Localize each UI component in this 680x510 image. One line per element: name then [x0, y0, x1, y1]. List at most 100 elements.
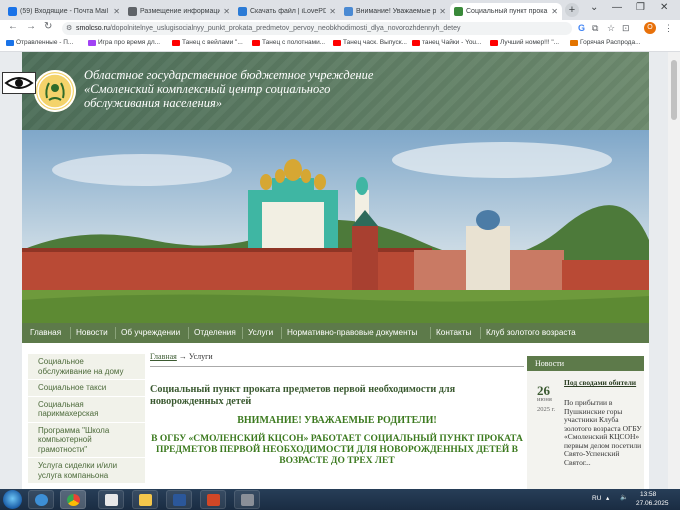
menu-separator	[70, 327, 71, 339]
address-host: smolcso.ru	[76, 25, 110, 32]
tab-attention[interactable]: Внимание! Уважаемые ро ✕	[340, 3, 450, 20]
youtube-icon	[252, 39, 260, 46]
google-icon[interactable]: G	[578, 23, 585, 33]
tab-title: Размещение информации	[140, 8, 221, 15]
menu-item-about[interactable]: Об учреждении	[121, 328, 180, 337]
news-title-link[interactable]: Под сводами обители	[564, 378, 642, 388]
close-tab-icon[interactable]: ✕	[329, 7, 336, 16]
bookmark-label: танец Чайки - You...	[422, 39, 482, 46]
bookmark-item[interactable]: Танец часк. Выпуск...	[333, 39, 407, 46]
bookmark-item[interactable]: Танец с полотнами...	[252, 39, 325, 46]
close-tab-icon[interactable]: ✕	[551, 7, 558, 16]
news-header[interactable]: Новости	[527, 356, 644, 371]
menu-item-golden-age-club[interactable]: Клуб золотого возраста	[486, 328, 576, 337]
page-favicon-icon	[128, 7, 137, 16]
menu-separator	[281, 327, 282, 339]
forward-arrow-icon[interactable]: →	[26, 21, 36, 32]
volume-icon[interactable]: 🔈	[620, 493, 628, 501]
mail-favicon-icon	[8, 7, 17, 16]
tab-mail[interactable]: (59) Входящие - Почта Mail ✕	[4, 3, 124, 20]
taskbar-clock-date[interactable]: 27.06.2025	[636, 500, 669, 507]
sidebar-item-computer-school[interactable]: Программа "Школа компьютерной грамотност…	[28, 422, 145, 458]
bookmark-item[interactable]: танец Чайки - You...	[412, 39, 481, 46]
breadcrumb-divider	[150, 366, 524, 367]
bookmark-item[interactable]: Лучший номер!!! "...	[490, 39, 559, 46]
taskbar-ie-icon[interactable]	[28, 490, 54, 509]
new-tab-button[interactable]: +	[565, 3, 579, 17]
bookmark-star-icon[interactable]: ☆	[607, 23, 615, 34]
folder-icon	[139, 494, 152, 506]
start-button[interactable]	[3, 490, 22, 509]
word-icon	[173, 494, 186, 506]
sidebar-item-social-taxi[interactable]: Социальное такси	[28, 380, 145, 397]
breadcrumb-home-link[interactable]: Главная	[150, 352, 177, 361]
menu-separator	[115, 327, 116, 339]
bookmark-item[interactable]: Горячая Распрода...	[570, 39, 641, 46]
taskbar-media-icon[interactable]	[98, 490, 124, 509]
taskbar-word-icon[interactable]	[166, 490, 192, 509]
sidebar-item-caregiver[interactable]: Услуга сиделки и/или услуга компаньона	[28, 458, 145, 484]
menu-item-contacts[interactable]: Контакты	[436, 328, 471, 337]
vision-impaired-version-button[interactable]	[2, 72, 36, 94]
sidebar-item-home-service[interactable]: Социальное обслуживание на дому	[28, 354, 145, 380]
site-title-line2: «Смоленский комплексный центр социальног…	[84, 82, 331, 96]
bookmark-label: Игра про время дл...	[98, 39, 161, 46]
taskbar-clock-time[interactable]: 13:58	[640, 491, 656, 498]
bookmark-item[interactable]: Танец с вейлами "...	[172, 39, 243, 46]
tab-ilovepdf[interactable]: Скачать файл | iLovePDF ✕	[234, 3, 340, 20]
close-tab-icon[interactable]: ✕	[223, 7, 230, 16]
extensions-icon[interactable]: ⊡	[622, 23, 630, 34]
bookmark-label: Отравленные - П...	[16, 39, 74, 46]
tab-placement[interactable]: Размещение информации ✕	[124, 3, 234, 20]
menu-item-departments[interactable]: Отделения	[194, 328, 236, 337]
page-scrollbar[interactable]	[668, 52, 680, 489]
menu-kebab-icon[interactable]: ⋮	[664, 23, 673, 34]
bookmark-item[interactable]: Отравленные - П...	[6, 39, 73, 46]
smolensk-kremlin-photo	[22, 130, 649, 323]
site-title[interactable]: Областное государственное бюджетное учре…	[84, 68, 464, 110]
internet-explorer-icon	[35, 494, 48, 506]
minimize-icon[interactable]: —	[612, 2, 622, 13]
breadcrumb: Главная → Услуги	[150, 352, 524, 361]
sidebar-item-hairdresser[interactable]: Социальная парикмахерская	[28, 396, 145, 423]
address-bar[interactable]: ⚙ smolcso.ru/dopolnitelnye_uslugisocialn…	[62, 22, 572, 35]
site-logo-emblem[interactable]	[34, 70, 76, 112]
site-title-line1: Областное государственное бюджетное учре…	[84, 68, 374, 82]
hero-banner	[22, 130, 649, 323]
restore-icon[interactable]: ❐	[636, 2, 645, 13]
reload-icon[interactable]: ↻	[44, 21, 52, 32]
menu-item-services[interactable]: Услуги	[248, 328, 273, 337]
close-tab-icon[interactable]: ✕	[113, 7, 120, 16]
menu-item-documents[interactable]: Нормативно-правовые документы	[287, 328, 417, 337]
youtube-icon	[412, 39, 420, 46]
breadcrumb-arrow: →	[178, 352, 187, 361]
taskbar-chrome-icon[interactable]	[60, 490, 86, 509]
language-indicator[interactable]: RU	[592, 495, 601, 502]
tab-search-icon[interactable]: ⌄	[590, 2, 598, 13]
translate-icon[interactable]: ⧉	[592, 23, 598, 34]
menu-item-news[interactable]: Новости	[76, 328, 108, 337]
page-viewport: Областное государственное бюджетное учре…	[0, 52, 680, 489]
taskbar-powerpoint-icon[interactable]	[200, 490, 226, 509]
back-arrow-icon[interactable]: ←	[8, 21, 18, 32]
taskbar-app-icon[interactable]	[234, 490, 260, 509]
app-icon	[241, 494, 254, 506]
chrome-icon	[67, 494, 80, 506]
site-info-icon[interactable]: ⚙	[66, 22, 72, 35]
toolbar: ← → ↻ ⚙ smolcso.ru/dopolnitelnye_uslugis…	[0, 20, 680, 37]
close-tab-icon[interactable]: ✕	[439, 7, 446, 16]
tab-title: Скачать файл | iLovePDF	[250, 8, 327, 15]
breadcrumb-current: Услуги	[188, 352, 213, 361]
profile-avatar[interactable]: O	[644, 22, 656, 34]
tray-arrow-icon[interactable]: ▴	[606, 494, 609, 502]
scrollbar-thumb[interactable]	[671, 60, 677, 120]
site-title-line3: обслуживания населения»	[84, 96, 223, 110]
menu-item-home[interactable]: Главная	[30, 328, 61, 337]
taskbar-explorer-icon[interactable]	[132, 490, 158, 509]
bookmark-item[interactable]: Игра про время дл...	[88, 39, 160, 46]
powerpoint-icon	[207, 494, 220, 506]
tab-social-point[interactable]: Социальный пункт прока ✕	[450, 3, 562, 20]
mail-icon	[6, 39, 14, 46]
close-window-icon[interactable]: ✕	[660, 2, 668, 13]
notice-heading: ВНИМАНИЕ! УВАЖАЕМЫЕ РОДИТЕЛИ!	[237, 415, 437, 426]
